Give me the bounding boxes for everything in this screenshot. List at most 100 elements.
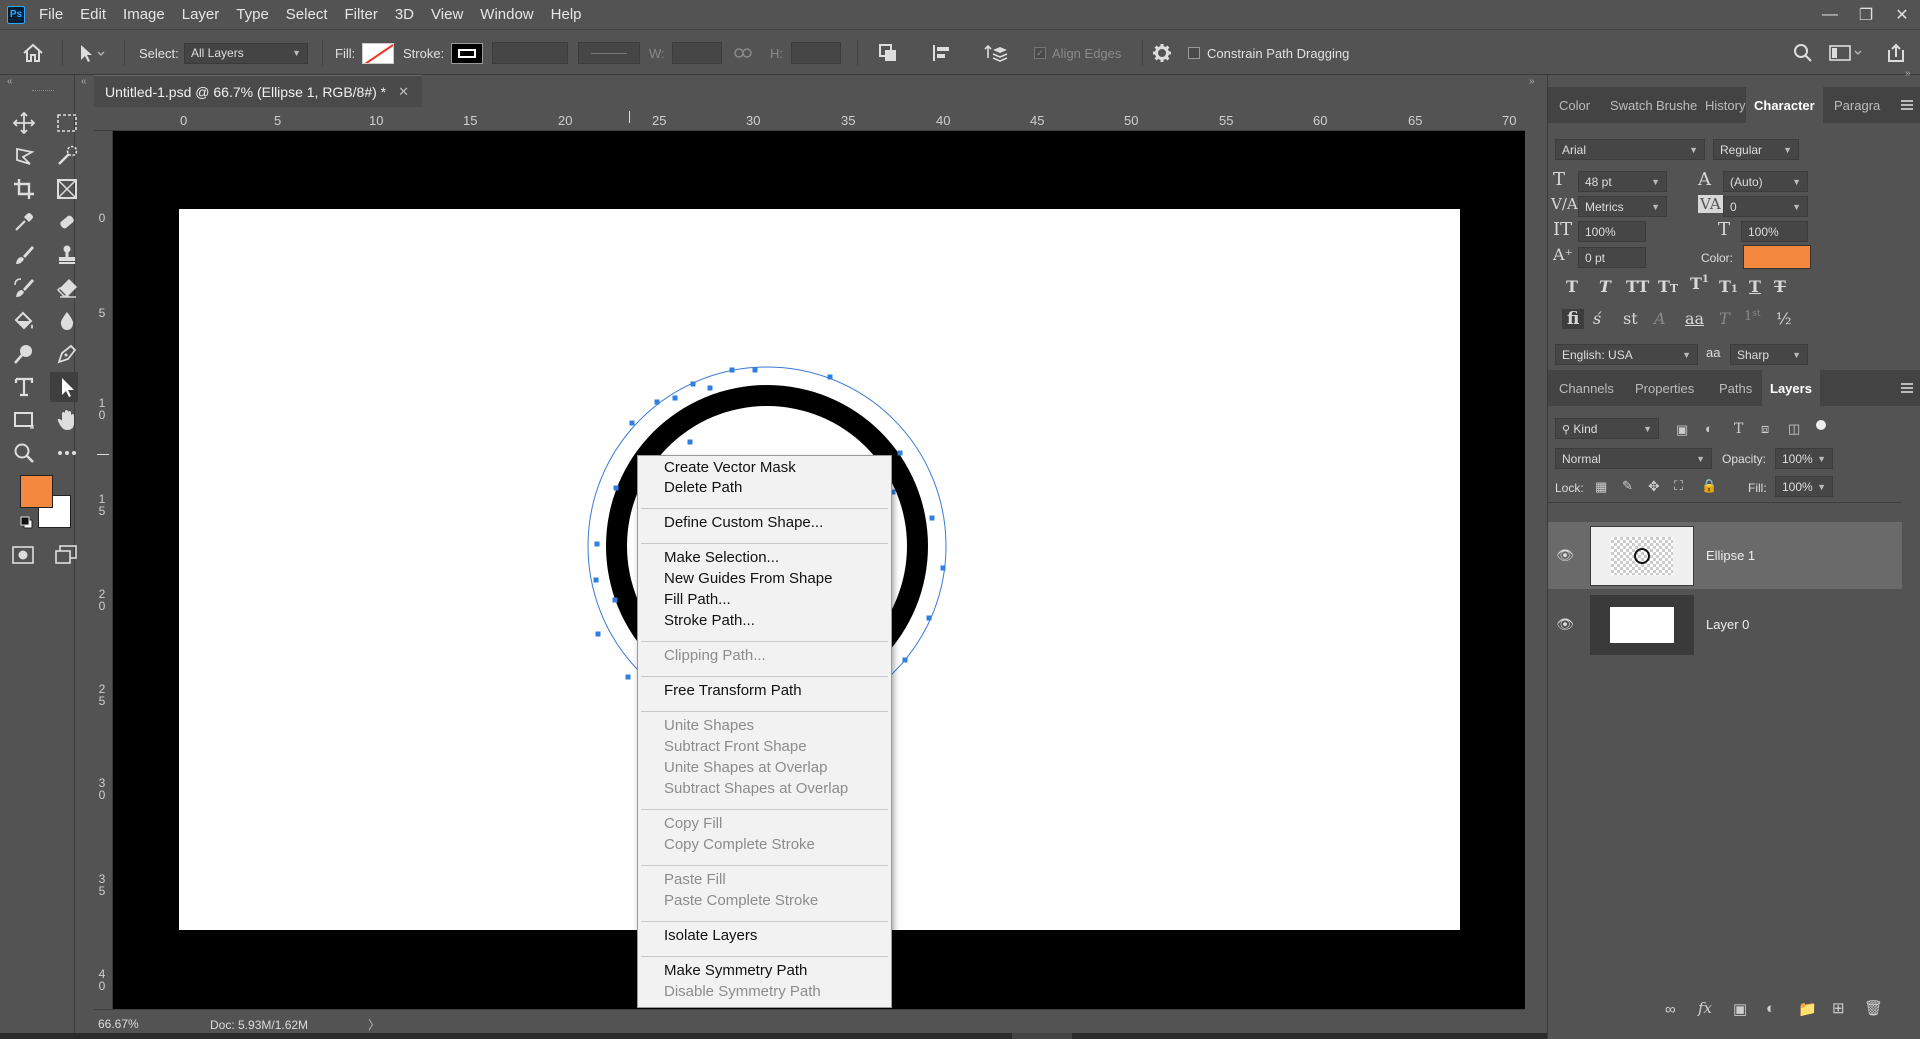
expand-panels-icon[interactable]: »: [1529, 76, 1535, 87]
font-family-dropdown[interactable]: Arial ▼: [1555, 139, 1705, 160]
lock-image-icon[interactable]: ✎: [1622, 478, 1633, 494]
share-icon[interactable]: [1885, 30, 1907, 76]
path-anchor-point[interactable]: [690, 381, 696, 387]
adjustment-layer-icon[interactable]: ◐: [1766, 1000, 1775, 1017]
add-mask-icon[interactable]: ▣: [1733, 1000, 1747, 1018]
path-anchor-point[interactable]: [654, 399, 660, 405]
menu-filter[interactable]: Filter: [345, 6, 378, 23]
ordinals-icon[interactable]: 1st: [1744, 309, 1761, 324]
strikethrough-icon[interactable]: T: [1774, 277, 1786, 296]
panel-grip[interactable]: [32, 90, 54, 93]
fill-swatch[interactable]: [362, 42, 394, 64]
gear-icon[interactable]: [1152, 30, 1172, 76]
leading-field[interactable]: (Auto) ▼: [1723, 171, 1808, 192]
superscript-icon[interactable]: T1: [1690, 274, 1709, 293]
menu-3d[interactable]: 3D: [395, 6, 414, 23]
dodge-tool-icon[interactable]: [7, 339, 41, 369]
filter-toggle-icon[interactable]: [1816, 420, 1826, 430]
layers-panel-menu-icon[interactable]: [1901, 383, 1913, 393]
menu-type[interactable]: Type: [236, 6, 269, 23]
tab-character[interactable]: Character: [1746, 87, 1823, 123]
default-colors-icon[interactable]: [20, 516, 34, 533]
tab-paragraph[interactable]: Paragra: [1834, 87, 1880, 123]
menu-help[interactable]: Help: [551, 6, 582, 23]
path-anchor-point[interactable]: [827, 374, 833, 380]
path-anchor-point[interactable]: [613, 485, 619, 491]
tab-swatches[interactable]: Swatch: [1610, 87, 1653, 123]
path-anchor-point[interactable]: [594, 541, 600, 547]
tab-channels[interactable]: Channels: [1559, 370, 1614, 406]
quick-mask-icon[interactable]: [12, 545, 34, 568]
language-dropdown[interactable]: English: USA ▼: [1555, 344, 1698, 365]
path-anchor-point[interactable]: [629, 420, 635, 426]
status-menu-arrow-icon[interactable]: 〉: [368, 1016, 380, 1033]
path-anchor-point[interactable]: [672, 395, 678, 401]
lock-transparent-icon[interactable]: ▦: [1595, 479, 1607, 495]
lock-artboard-icon[interactable]: ⛶: [1674, 478, 1683, 494]
home-icon[interactable]: [22, 30, 44, 76]
document-tab[interactable]: Untitled-1.psd @ 66.7% (Ellipse 1, RGB/8…: [94, 75, 422, 107]
fx-icon[interactable]: fx: [1698, 999, 1712, 1017]
brush-tool-icon[interactable]: [7, 240, 41, 270]
paint-bucket-tool-icon[interactable]: [7, 306, 41, 336]
eye-icon[interactable]: 👁: [1548, 616, 1582, 633]
layer-name[interactable]: Ellipse 1: [1706, 548, 1755, 563]
context-menu-item[interactable]: Fill Path...: [664, 590, 731, 610]
horizontal-scale-field[interactable]: 100%: [1741, 221, 1808, 242]
stroke-width-field[interactable]: [492, 42, 568, 64]
path-selection-tool-icon[interactable]: [78, 30, 106, 76]
minimize-icon[interactable]: —: [1812, 0, 1848, 29]
subscript-icon[interactable]: T1: [1719, 277, 1738, 296]
width-field[interactable]: [672, 42, 722, 64]
menu-layer[interactable]: Layer: [182, 6, 220, 23]
workspace-icon[interactable]: [1829, 30, 1865, 76]
path-anchor-point[interactable]: [612, 597, 618, 603]
titling-alternates-icon[interactable]: aa: [1685, 309, 1704, 328]
fill-opacity-field[interactable]: 100% ▼: [1775, 476, 1833, 497]
path-anchor-point[interactable]: [940, 565, 946, 571]
move-tool-icon[interactable]: [7, 108, 41, 138]
anti-alias-dropdown[interactable]: Sharp ▼: [1730, 344, 1808, 365]
path-anchor-point[interactable]: [929, 515, 935, 521]
small-caps-icon[interactable]: TT: [1658, 277, 1678, 296]
expand-right-icon[interactable]: »: [1905, 68, 1911, 79]
context-menu-item[interactable]: Delete Path: [664, 478, 742, 498]
discretionary-ligatures-icon[interactable]: T: [1719, 309, 1730, 328]
layer-row-layer-0[interactable]: 👁 Layer 0: [1548, 591, 1902, 658]
filter-smart-object-icon[interactable]: ◫: [1788, 421, 1800, 437]
context-menu-item[interactable]: Define Custom Shape...: [664, 513, 823, 533]
search-icon[interactable]: [1793, 30, 1813, 76]
path-anchor-point[interactable]: [625, 674, 631, 680]
path-anchor-point[interactable]: [593, 577, 599, 583]
filter-adjustment-icon[interactable]: ◐: [1705, 421, 1713, 436]
close-document-icon[interactable]: ✕: [398, 84, 409, 100]
path-anchor-point[interactable]: [707, 385, 713, 391]
screen-mode-icon[interactable]: [55, 545, 77, 568]
crop-tool-icon[interactable]: [7, 174, 41, 204]
lock-all-icon[interactable]: 🔒: [1701, 478, 1717, 494]
kerning-dropdown[interactable]: Metrics ▼: [1578, 196, 1667, 217]
fractions-icon[interactable]: ½: [1776, 309, 1792, 328]
blend-mode-dropdown[interactable]: Normal ▼: [1555, 448, 1712, 469]
close-icon[interactable]: ✕: [1884, 0, 1920, 29]
vertical-scale-field[interactable]: 100%: [1578, 221, 1646, 242]
panel-menu-icon[interactable]: [1901, 100, 1913, 110]
zoom-level[interactable]: 66.67%: [98, 1017, 139, 1031]
path-anchor-point[interactable]: [687, 439, 693, 445]
font-size-field[interactable]: 48 pt ▼: [1578, 171, 1667, 192]
context-menu-item[interactable]: Make Selection...: [664, 548, 779, 568]
align-edges-checkbox[interactable]: ✓: [1034, 47, 1046, 59]
eyedropper-tool-icon[interactable]: [7, 207, 41, 237]
menu-image[interactable]: Image: [123, 6, 165, 23]
opacity-field[interactable]: 100% ▼: [1775, 448, 1833, 469]
path-anchor-point[interactable]: [902, 657, 908, 663]
faux-italic-icon[interactable]: T: [1599, 277, 1611, 296]
menu-edit[interactable]: Edit: [80, 6, 106, 23]
path-anchor-point[interactable]: [729, 367, 735, 373]
height-field[interactable]: [791, 42, 841, 64]
menu-view[interactable]: View: [431, 6, 463, 23]
layer-filter-kind-dropdown[interactable]: ⚲ Kind ▼: [1555, 418, 1659, 439]
ligatures-icon[interactable]: fi: [1562, 309, 1585, 329]
context-menu-item[interactable]: Isolate Layers: [664, 926, 757, 946]
tab-layers[interactable]: Layers: [1762, 370, 1820, 406]
